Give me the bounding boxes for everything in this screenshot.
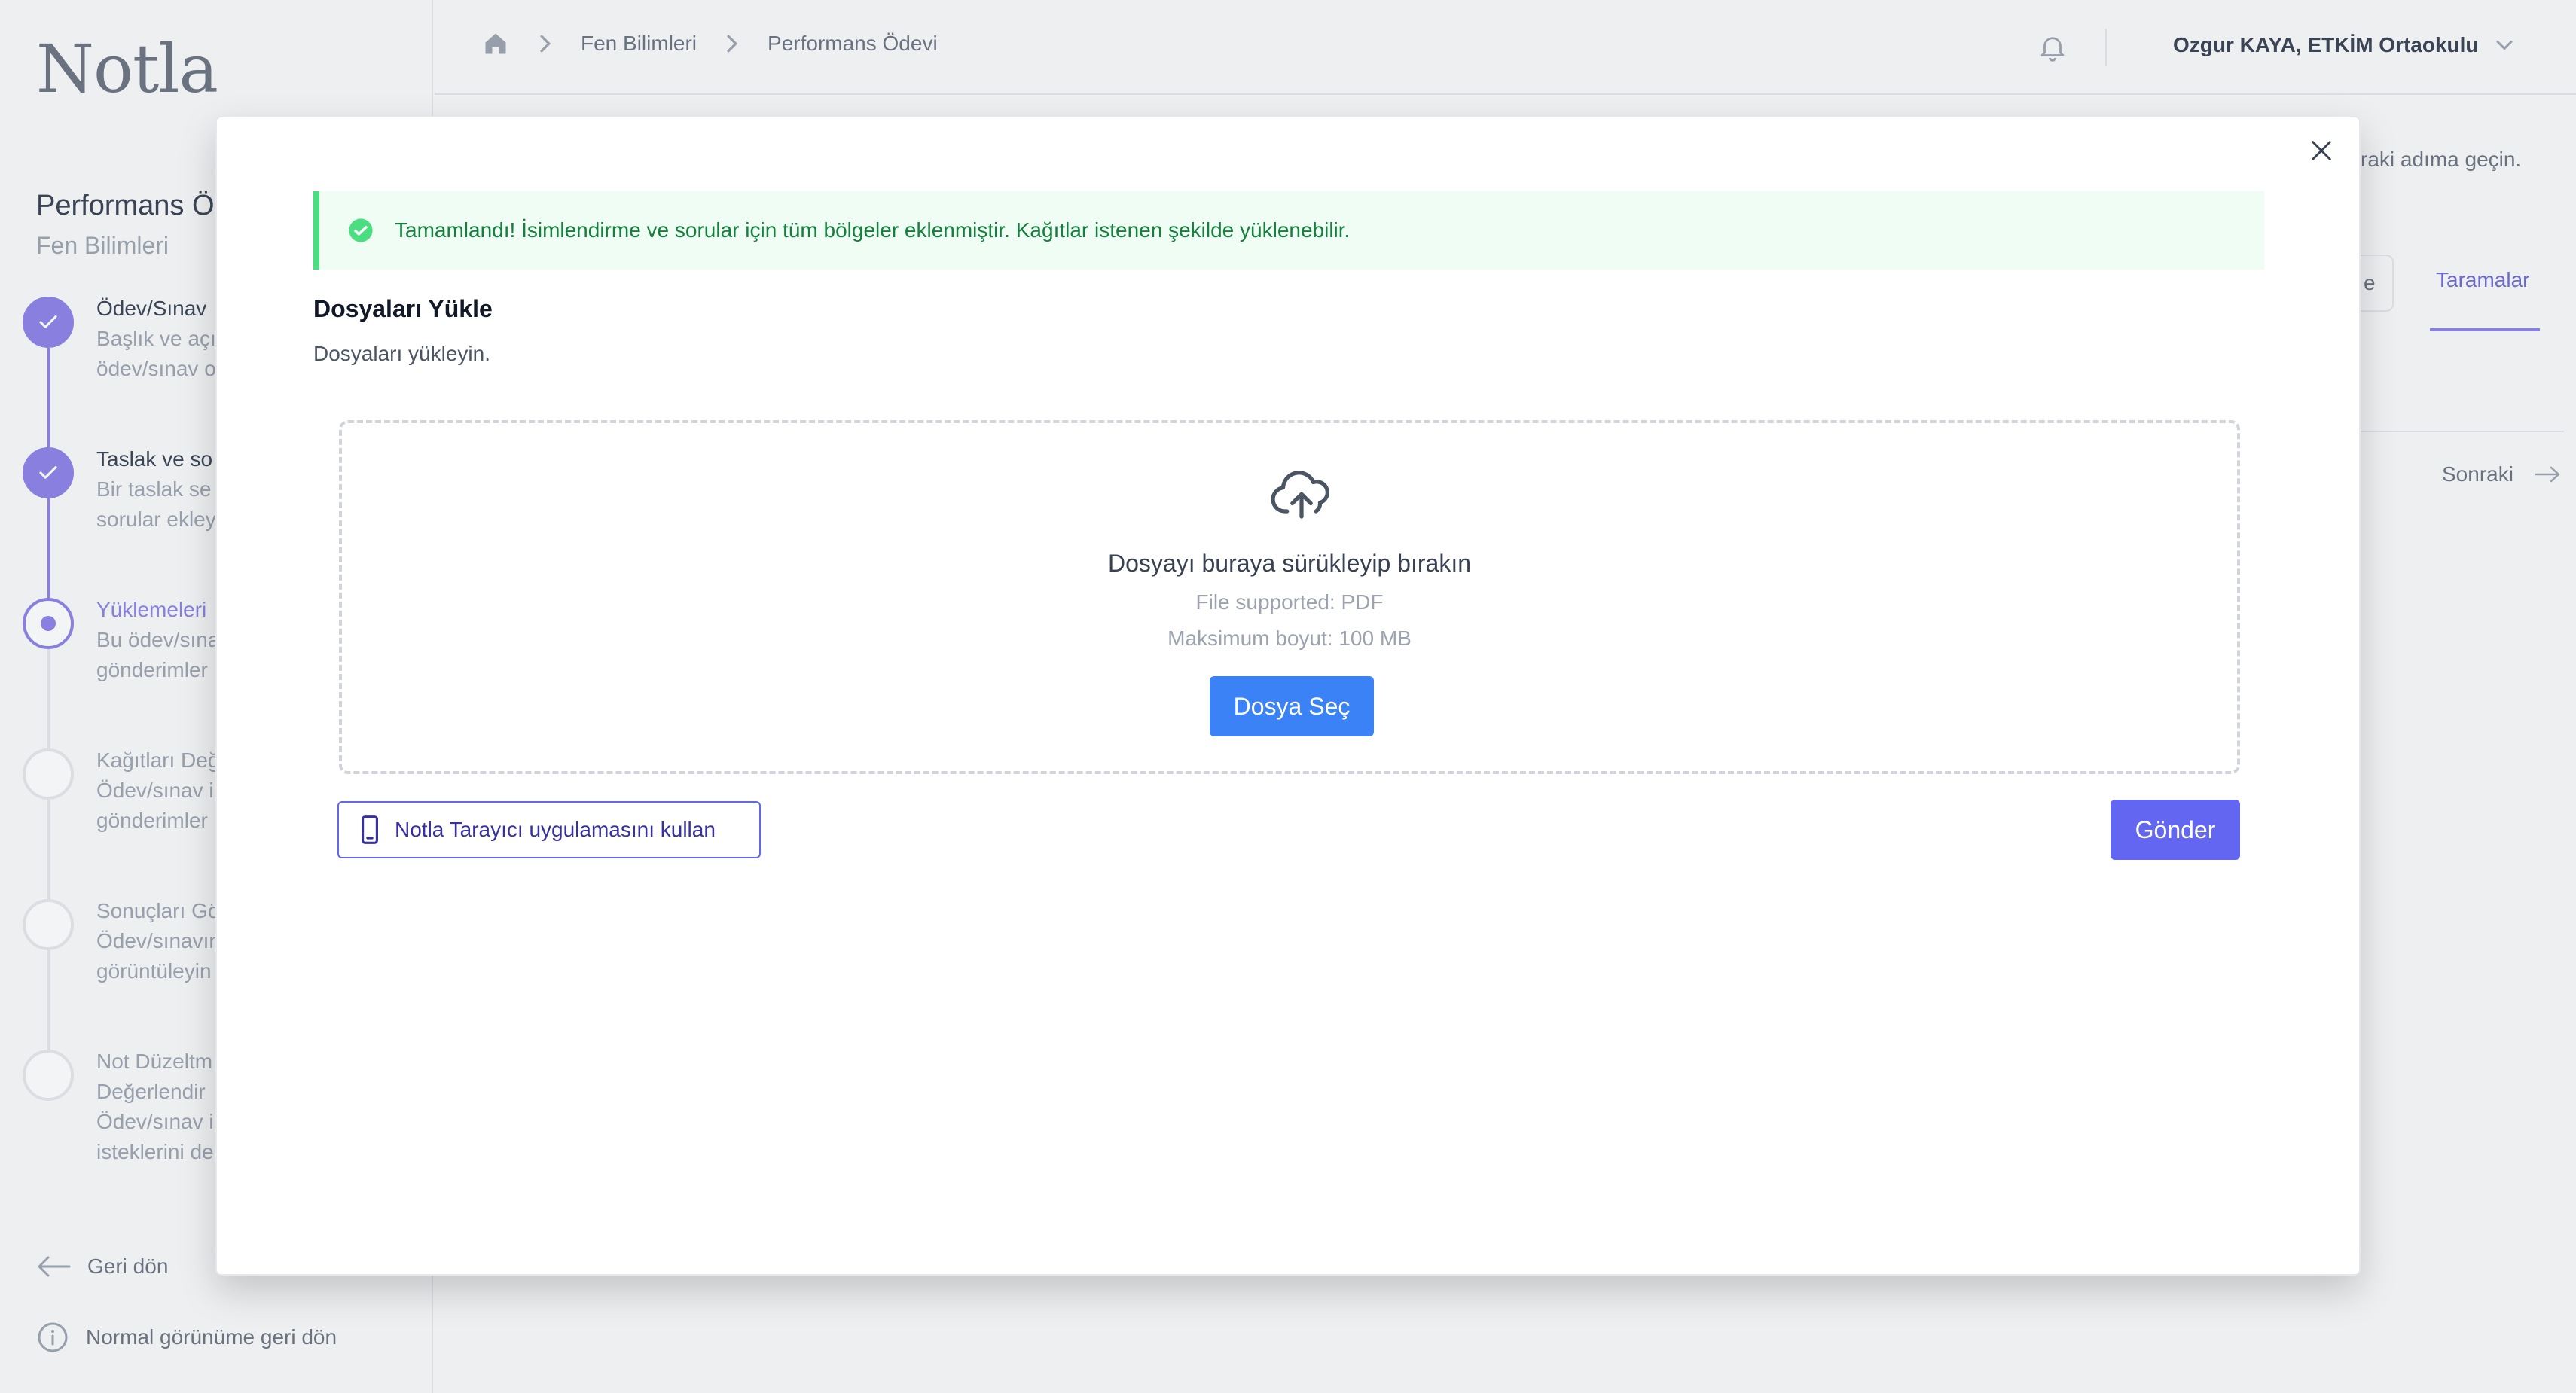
submit-button[interactable]: Gönder	[2111, 800, 2240, 860]
success-alert: Tamamlandı! İsimlendirme ve sorular için…	[313, 191, 2264, 270]
phone-icon	[362, 815, 378, 844]
max-size: Maksimum boyut: 100 MB	[1167, 626, 1412, 650]
choose-file-button[interactable]: Dosya Seç	[1210, 676, 1374, 736]
scanner-app-button[interactable]: Notla Tarayıcı uygulamasını kullan	[337, 801, 761, 858]
close-icon	[2312, 141, 2331, 160]
alert-message: Tamamlandı! İsimlendirme ve sorular için…	[395, 218, 1351, 242]
close-button[interactable]	[2303, 133, 2339, 169]
file-dropzone[interactable]: Dosyayı buraya sürükleyip bırakın File s…	[339, 420, 2240, 774]
supported-formats: File supported: PDF	[1195, 590, 1384, 614]
scanner-app-label: Notla Tarayıcı uygulamasını kullan	[395, 818, 716, 841]
check-circle-icon	[349, 218, 373, 242]
cloud-upload-icon	[1271, 471, 1329, 519]
upload-modal: Tamamlandı! İsimlendirme ve sorular için…	[215, 116, 2361, 1276]
dropzone-instruction: Dosyayı buraya sürükleyip bırakın	[1108, 550, 1471, 577]
modal-title: Dosyaları Yükle	[313, 295, 493, 322]
modal-subtitle: Dosyaları yükleyin.	[313, 342, 490, 365]
